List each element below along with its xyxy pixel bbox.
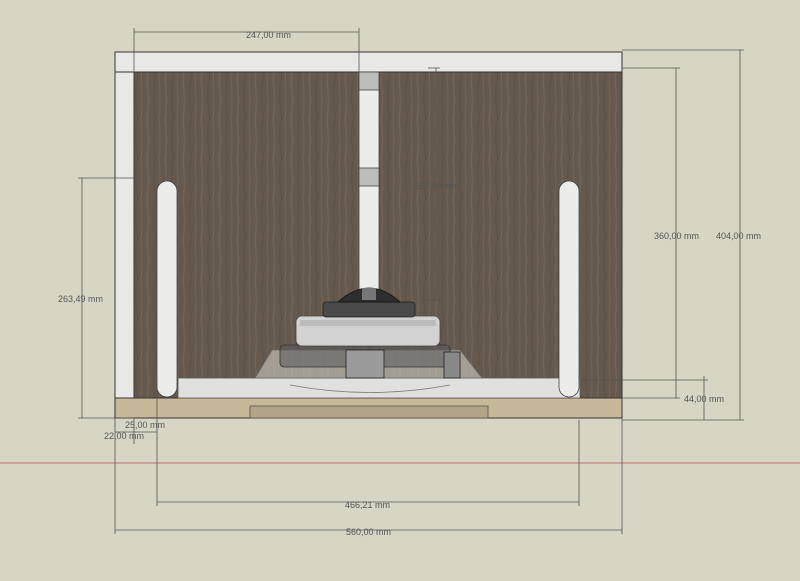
dimension-label-right-inner-height: 360,00 mm [654, 231, 699, 241]
left-port-slot[interactable] [156, 180, 178, 398]
top-panel[interactable] [114, 51, 623, 73]
dimension-label-inner-height: 250,00 mm [414, 181, 459, 191]
dimension-label-bottom-offset: 44,00 mm [684, 394, 724, 404]
right-port-slot[interactable] [558, 180, 580, 398]
dimension-label-total-width: 560,00 mm [346, 527, 391, 537]
left-panel[interactable] [114, 71, 135, 399]
dimension-label-left-height: 263,49 mm [58, 294, 103, 304]
dimension-label-right-total-height: 404,00 mm [716, 231, 761, 241]
dimension-label-top-width: 247,00 mm [246, 30, 291, 40]
dimension-label-small-b: 22,00 mm [104, 431, 144, 441]
base-plinth [249, 405, 489, 419]
dimension-label-slot-span: 466,21 mm [345, 500, 390, 510]
cad-viewport[interactable]: 247,00 mm 250,00 mm 263,49 mm 360,00 mm … [0, 0, 800, 576]
dimension-label-small-a: 25,00 mm [125, 420, 165, 430]
inner-shelf[interactable] [177, 377, 581, 399]
drawing-canvas: 247,00 mm 250,00 mm 263,49 mm 360,00 mm … [0, 28, 800, 537]
center-divider[interactable] [358, 71, 380, 303]
